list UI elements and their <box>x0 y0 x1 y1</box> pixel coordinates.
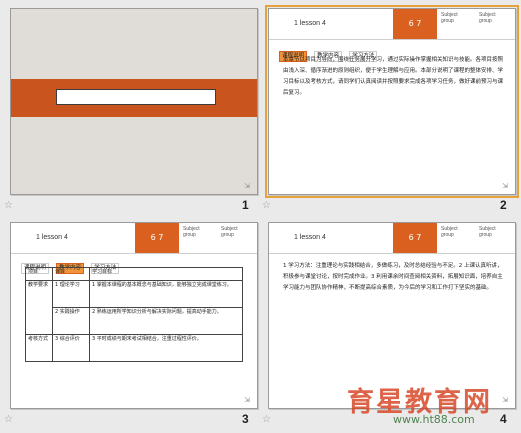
table-cell: 2 熟练运用所学知识分析与解决实际问题，提高动手能力。 <box>89 307 243 335</box>
table-cell: 考核方式 <box>25 334 53 362</box>
table-cell: 1 理论学习 <box>52 280 90 308</box>
logo-text: Subject group <box>441 12 458 24</box>
slide-tabs: 课程说明 教学内容 学习方法 <box>279 42 379 62</box>
table-header-cell: 项目 <box>25 267 53 281</box>
title-placeholder <box>56 89 216 105</box>
table-header-cell: 学习目标 <box>89 267 243 281</box>
slide-number: 4 <box>500 412 507 426</box>
orange-badge: 6 7 <box>135 223 179 253</box>
table-cell: 3 综合评价 <box>52 334 90 362</box>
resize-corner-icon: ⇲ <box>502 396 508 404</box>
table-cell: 3 平时成绩与期末考试相结合，注重过程性评价。 <box>89 334 243 362</box>
slide-header: 1 lesson 4 6 7 Subject group Subject gro… <box>11 223 257 254</box>
resize-corner-icon: ⇲ <box>244 182 250 190</box>
slide-2-canvas[interactable]: 1 lesson 4 6 7 Subject group Subject gro… <box>265 5 519 198</box>
slide-tabs: 课程说明 教学内容 学习方法 <box>21 254 121 274</box>
slide-body-text: 1 学习方法：注重理论与实践相结合，多做练习，及时总结经验与不足。2 上课认真听… <box>283 263 503 291</box>
slide-number: 1 <box>242 198 249 212</box>
lesson-label: 1 lesson 4 <box>294 20 326 27</box>
slide-number: 3 <box>242 412 249 426</box>
slide-table: 项目 课目 学习目标 教学要求 1 理论学习 1 掌握本课程的基本概念与基础知识… <box>25 267 243 362</box>
table-row: 2 实践操作 2 熟练运用所学知识分析与解决实际问题，提高动手能力。 <box>26 307 243 335</box>
slide-4-canvas[interactable]: 1 lesson 4 6 7 Subject group Subject gro… <box>268 222 516 409</box>
table-header-row: 项目 课目 学习目标 <box>25 267 243 281</box>
orange-badge: 6 7 <box>393 223 437 253</box>
lesson-label: 1 lesson 4 <box>294 234 326 241</box>
star-icon: ☆ <box>4 200 13 211</box>
slide-header: 1 lesson 4 6 7 Subject group Subject gro… <box>269 223 515 254</box>
table-cell: 1 掌握本课程的基本概念与基础知识，能够独立完成课堂练习。 <box>89 280 243 308</box>
slide-1-canvas[interactable]: ⇲ <box>10 8 258 195</box>
logo-text: Subject group <box>441 226 458 238</box>
resize-corner-icon: ⇲ <box>244 396 250 404</box>
slide-body-text: 本章节以项目为导向，围绕任务展开学习，通过实际操作掌握相关知识与技能。各项目按照… <box>283 57 504 96</box>
star-icon: ☆ <box>4 414 13 425</box>
star-icon: ☆ <box>262 414 271 425</box>
watermark-url: www.ht88.com <box>393 413 475 426</box>
slide-number: 2 <box>500 198 507 212</box>
orange-badge: 6 7 <box>393 9 437 39</box>
table-row: 考核方式 3 综合评价 3 平时成绩与期末考试相结合，注重过程性评价。 <box>25 334 243 362</box>
table-cell: 2 实践操作 <box>52 307 90 335</box>
logo-text: Subject group <box>479 12 496 24</box>
table-cell: 教学要求 <box>25 280 53 335</box>
slide-header: 1 lesson 4 6 7 Subject group Subject gro… <box>269 9 515 40</box>
resize-corner-icon: ⇲ <box>502 182 508 190</box>
star-icon: ☆ <box>262 200 271 211</box>
table-row: 教学要求 1 理论学习 1 掌握本课程的基本概念与基础知识，能够独立完成课堂练习… <box>25 280 243 335</box>
lesson-label: 1 lesson 4 <box>36 234 68 241</box>
logo-text: Subject group <box>221 226 238 238</box>
slide-3-canvas[interactable]: 1 lesson 4 6 7 Subject group Subject gro… <box>10 222 258 409</box>
logo-text: Subject group <box>183 226 200 238</box>
logo-text: Subject group <box>479 226 496 238</box>
table-header-cell: 课目 <box>52 267 90 281</box>
